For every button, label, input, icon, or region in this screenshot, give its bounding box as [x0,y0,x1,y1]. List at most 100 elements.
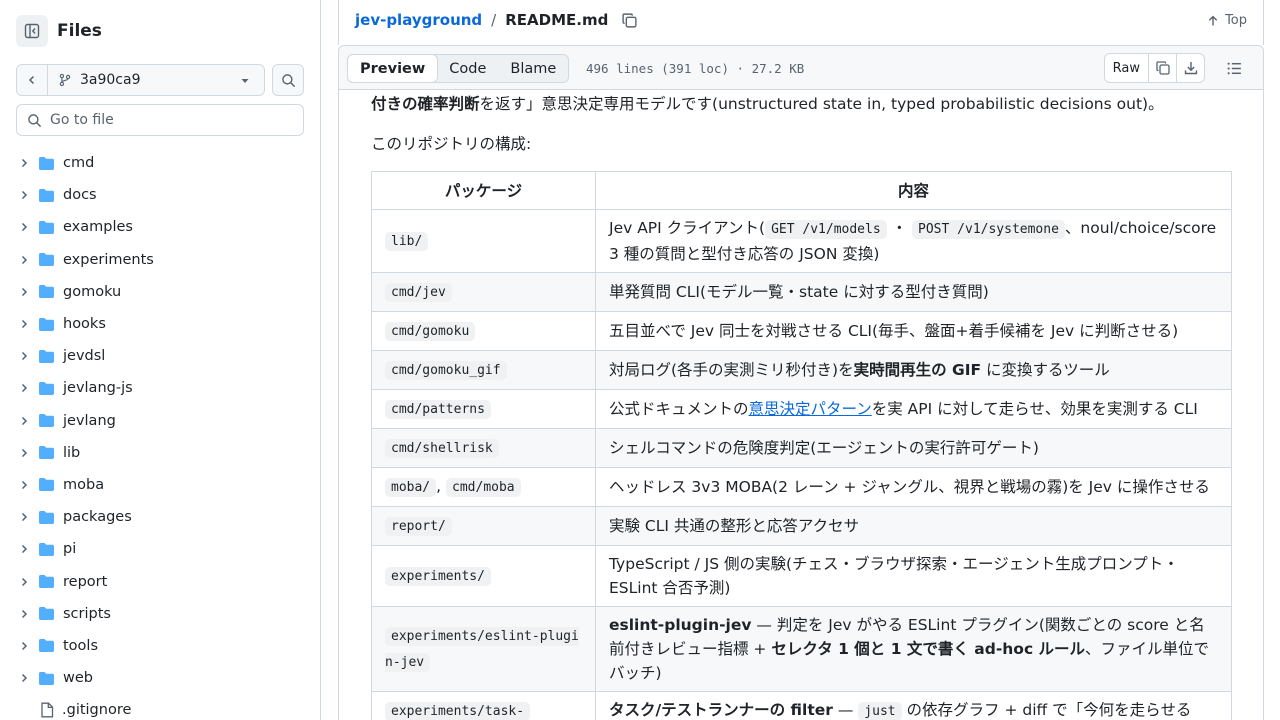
tree-folder-docs[interactable]: docs [16,179,306,211]
folder-icon [38,671,55,686]
table-row: experiments/eslint-plugin-jev eslint-plu… [371,606,1232,692]
tree-folder-jevlang[interactable]: jevlang [16,405,306,437]
search-button[interactable] [272,64,304,96]
tree-item-label: pi [63,541,77,558]
package-code: experiments/eslint-plugin-jev [385,627,579,672]
download-button[interactable] [1176,54,1204,82]
decision-patterns-link[interactable]: 意思決定パターン [749,400,872,418]
row-bold: セレクタ 1 個と 1 文で書く ad-hoc ルール [771,640,1086,658]
tab-preview[interactable]: Preview [347,54,439,83]
raw-button[interactable]: Raw [1105,54,1148,82]
package-table: パッケージ 内容 lib/ Jev API クライアント(GET /v1/mod… [371,171,1232,720]
breadcrumb-current-file: README.md [505,11,609,29]
tree-folder-moba[interactable]: moba [16,469,306,501]
copy-raw-button[interactable] [1148,54,1176,82]
tree-folder-cmd[interactable]: cmd [16,147,306,179]
chevron-right-icon[interactable] [16,254,32,266]
intro-bold: 付きの確率判断 [371,95,480,113]
tree-folder-examples[interactable]: examples [16,211,306,243]
folder-icon [38,220,55,235]
tree-folder-report[interactable]: report [16,565,306,597]
row-bold: タスク/テストランナーの filter [609,701,833,719]
tree-folder-jevdsl[interactable]: jevdsl [16,340,306,372]
chevron-right-icon[interactable] [16,543,32,555]
tree-item-label: gomoku [63,283,122,300]
collapse-sidebar-button[interactable] [16,15,48,47]
folder-icon [38,284,55,299]
tree-folder-pi[interactable]: pi [16,533,306,565]
row-text: Jev API クライアント( [609,219,766,237]
chevron-right-icon[interactable] [16,479,32,491]
arrow-up-icon [1208,15,1218,25]
folder-icon [38,413,55,428]
chevron-right-icon[interactable] [16,511,32,523]
package-code: report/ [385,517,452,536]
tree-folder-web[interactable]: web [16,662,306,694]
package-code: cmd/jev [385,283,452,302]
table-row: moba/, cmd/moba ヘッドレス 3v3 MOBA(2 レーン + ジ… [371,467,1232,507]
chevron-right-icon[interactable] [16,608,32,620]
package-code: cmd/gomoku_gif [385,361,507,380]
table-header-row: パッケージ 内容 [371,171,1232,210]
tree-folder-tools[interactable]: tools [16,630,306,662]
tree-item-label: report [63,573,108,590]
tree-item-label: lib [63,444,81,461]
tree-item-label: tools [63,637,99,654]
tree-folder-hooks[interactable]: hooks [16,308,306,340]
chevron-right-icon[interactable] [16,286,32,298]
chevron-right-icon[interactable] [16,576,32,588]
tree-file-dot-gitignore[interactable]: .gitignore [16,694,306,720]
chevron-right-icon[interactable] [16,157,32,169]
chevron-right-icon[interactable] [16,640,32,652]
row-text: を実 API に対して走らせ、効果を実測する CLI [871,400,1198,418]
table-row: cmd/shellrisk シェルコマンドの危険度判定(エージェントの実行許可ゲ… [371,428,1232,468]
chevron-right-icon[interactable] [16,318,32,330]
file-tree-sidebar: Files 3a90ca9 Go to file cmd docs examples… [0,0,321,720]
row-text: に変換するツール [981,361,1110,379]
back-button[interactable] [17,65,48,95]
chevron-right-icon[interactable] [16,382,32,394]
chevron-right-icon[interactable] [16,672,32,684]
tab-blame[interactable]: Blame [498,55,568,82]
git-branch-icon [59,73,71,87]
row-text: — [832,701,859,719]
outline-button[interactable] [1226,60,1243,77]
chevron-right-icon[interactable] [16,447,32,459]
tree-folder-scripts[interactable]: scripts [16,598,306,630]
list-unordered-icon [1227,62,1241,75]
breadcrumb: jev-playground / README.md [355,11,638,29]
tree-item-label: web [63,670,93,687]
folder-icon [38,510,55,525]
breadcrumb-repo-link[interactable]: jev-playground [355,11,482,29]
tree-folder-gomoku[interactable]: gomoku [16,276,306,308]
inline-code: just [858,702,902,720]
row-text: 対局ログ(各手の実測ミリ秒付き)を [609,361,854,379]
chevron-right-icon[interactable] [16,350,32,362]
file-header: jev-playground / README.md Top [338,0,1264,45]
chevron-left-icon [28,75,35,85]
chevron-right-icon[interactable] [16,221,32,233]
tree-folder-packages[interactable]: packages [16,501,306,533]
tab-code[interactable]: Code [437,55,498,82]
package-code: experiments/ [385,567,491,586]
tree-folder-jevlang-js[interactable]: jevlang-js [16,372,306,404]
chevron-right-icon[interactable] [16,415,32,427]
package-code: cmd/gomoku [385,322,476,341]
structure-heading: このリポジトリの構成: [371,135,532,153]
sidebar-title: Files [57,21,102,41]
tree-folder-lib[interactable]: lib [16,437,306,469]
copy-path-button[interactable] [621,12,638,29]
tree-folder-experiments[interactable]: experiments [16,244,306,276]
intro-paragraph: 付きの確率判断を返す」意思決定専用モデルです(unstructured stat… [371,92,1164,114]
tree-item-label: scripts [63,605,111,622]
go-to-file-input[interactable]: Go to file [16,104,304,136]
tree-item-label: jevdsl [63,348,106,365]
folder-icon [38,252,55,267]
chevron-right-icon[interactable] [16,189,32,201]
folder-icon [38,477,55,492]
branch-name: 3a90ca9 [80,72,141,88]
branch-selector[interactable]: 3a90ca9 [16,64,265,96]
branch-picker[interactable]: 3a90ca9 [48,72,264,88]
package-code: lib/ [385,232,429,251]
back-to-top-button[interactable]: Top [1207,13,1247,28]
